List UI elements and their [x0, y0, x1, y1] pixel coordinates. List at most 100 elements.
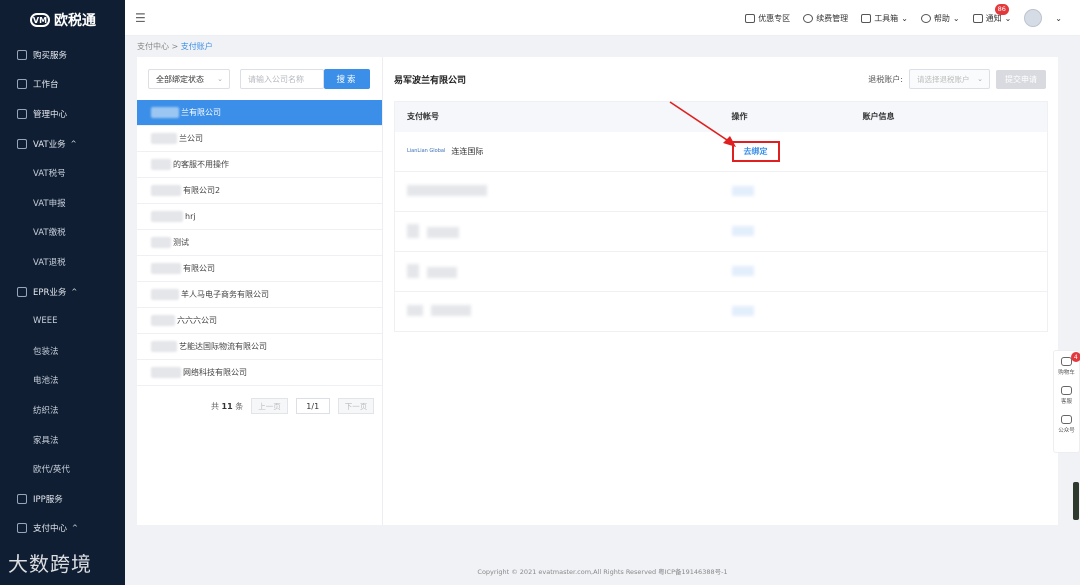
- float-item[interactable]: 公众号: [1058, 415, 1075, 434]
- ipp-icon: [17, 493, 27, 504]
- company-list-item[interactable]: 有限公司: [137, 256, 382, 282]
- sidebar-item[interactable]: VAT申报: [0, 188, 125, 218]
- refund-account-select[interactable]: 请选择退税账户 ⌄: [909, 69, 990, 89]
- topbar-item-label: 工具箱: [874, 13, 899, 23]
- company-name: 艺能达国际物流有限公司: [179, 342, 267, 351]
- company-name: 测试: [173, 238, 189, 247]
- cart-icon: [17, 49, 27, 60]
- company-name: 有限公司: [183, 264, 215, 273]
- redacted-text: [151, 159, 171, 170]
- sidebar-item-label: VAT税号: [33, 169, 66, 180]
- table-row: LianLian Global 连连国际 去绑定: [394, 131, 1048, 172]
- redacted-link[interactable]: [731, 265, 754, 276]
- prev-page-button[interactable]: 上一页: [251, 398, 288, 414]
- redacted-text: [407, 263, 419, 278]
- menu-toggle-icon[interactable]: ☰: [135, 11, 146, 25]
- pay-icon: [17, 523, 27, 534]
- coupon-icon: [745, 13, 756, 23]
- company-list-item[interactable]: 有限公司2: [137, 178, 382, 204]
- sidebar-item-label: 家具法: [33, 435, 59, 446]
- sidebar-item-label: WEEE: [33, 316, 58, 327]
- redacted-link[interactable]: [731, 225, 754, 236]
- sidebar-item[interactable]: VAT缴税: [0, 218, 125, 248]
- sidebar-item[interactable]: 包装法: [0, 336, 125, 366]
- lianlian-logo: LianLian Global: [407, 148, 446, 155]
- sidebar-item[interactable]: 支付中心 ^: [0, 514, 125, 544]
- sidebar-item[interactable]: 欧代/英代: [0, 454, 125, 484]
- company-name: 羊人马电子商务有限公司: [181, 290, 269, 299]
- submit-button[interactable]: 提交申请: [996, 69, 1046, 89]
- company-search-input[interactable]: 请输入公司名称: [240, 69, 324, 89]
- logo-text: 欧税通: [54, 13, 96, 29]
- column-header: 支付帐号: [394, 101, 720, 132]
- sidebar-item[interactable]: EPR业务 ^: [0, 277, 125, 307]
- sidebar-item[interactable]: IPP服务: [0, 484, 125, 514]
- topbar-item[interactable]: 续费管理: [803, 13, 848, 24]
- company-list-item[interactable]: 六六六公司: [137, 308, 382, 334]
- company-list-item[interactable]: 兰公司: [137, 126, 382, 152]
- company-list: 兰有限公司兰公司的客服不用操作 有限公司2 hrj 测试有限公司羊人马电子商务有限公司…: [137, 100, 387, 386]
- company-title: 易军波兰有限公司: [394, 76, 467, 86]
- topbar-item[interactable]: 帮助 ⌄: [920, 13, 960, 24]
- bind-highlight: 去绑定: [731, 140, 780, 162]
- chevron-up-icon: ^: [70, 139, 77, 148]
- chevron-down-icon[interactable]: ⌄: [1055, 14, 1062, 23]
- chevron-down-icon: ⌄: [977, 75, 983, 83]
- float-item-label: 购物车: [1058, 370, 1075, 376]
- redacted-text: [151, 289, 179, 300]
- float-item[interactable]: 购物车 4: [1058, 352, 1080, 376]
- breadcrumb-current: 支付账户: [180, 42, 213, 51]
- search-button[interactable]: 搜索: [324, 69, 370, 89]
- redacted-link[interactable]: [731, 185, 754, 196]
- bind-link[interactable]: 去绑定: [744, 147, 768, 156]
- redacted-text: [151, 133, 177, 144]
- company-list-item[interactable]: 网络科技有限公司: [137, 360, 382, 386]
- company-list-item[interactable]: 的客服不用操作: [137, 152, 382, 178]
- redacted-text: [151, 315, 175, 326]
- footer-copyright: Copyright © 2021 evatmaster.com,All Righ…: [477, 568, 728, 576]
- company-list-item[interactable]: 羊人马电子商务有限公司: [137, 282, 382, 308]
- sidebar-item[interactable]: 家具法: [0, 425, 125, 455]
- manage-icon: [17, 108, 27, 119]
- avatar[interactable]: [1024, 9, 1043, 27]
- next-page-button[interactable]: 下一页: [337, 398, 375, 414]
- breadcrumb-separator: >: [171, 42, 179, 51]
- float-item[interactable]: 客服: [1060, 386, 1072, 405]
- topbar-item[interactable]: 通知 ⌄ 86: [972, 3, 1011, 24]
- company-name: 兰公司: [179, 134, 203, 143]
- redacted-link[interactable]: [731, 305, 754, 316]
- logo[interactable]: VM 欧税通: [0, 0, 125, 40]
- company-list-item[interactable]: 兰有限公司: [137, 100, 387, 126]
- status-select-value: 全部绑定状态: [156, 74, 204, 84]
- pager-total: 共 11 条: [211, 401, 244, 411]
- account-name: 连连国际: [451, 146, 484, 156]
- wechat-icon: [1060, 415, 1072, 424]
- sidebar-item[interactable]: WEEE: [0, 306, 125, 336]
- company-list-item[interactable]: 艺能达国际物流有限公司: [137, 334, 382, 360]
- floating-toolbar: 购物车 4 客服公众号: [1053, 350, 1080, 453]
- company-list-item[interactable]: 测试: [137, 230, 382, 256]
- topbar-item[interactable]: 优惠专区: [745, 13, 790, 24]
- notification-badge: 86: [994, 3, 1009, 15]
- company-list-item[interactable]: hrj: [137, 204, 382, 230]
- scrollbar-thumb[interactable]: [1073, 482, 1079, 520]
- sidebar-item[interactable]: 购买服务: [0, 40, 125, 70]
- sidebar-item[interactable]: 纺织法: [0, 395, 125, 425]
- sidebar-item[interactable]: VAT税号: [0, 158, 125, 188]
- sidebar-item[interactable]: VAT业务 ^: [0, 129, 125, 159]
- chevron-up-icon: ^: [71, 287, 78, 296]
- sidebar-item[interactable]: VAT退税: [0, 247, 125, 277]
- help-icon: [920, 13, 931, 23]
- epr-icon: [17, 286, 27, 297]
- topbar-item[interactable]: 工具箱 ⌄: [861, 13, 908, 24]
- page-number: 1/1: [295, 398, 330, 414]
- status-select[interactable]: 全部绑定状态 ⌄: [148, 69, 230, 89]
- table-row: [394, 291, 1048, 332]
- desk-icon: [17, 79, 27, 90]
- sidebar-item-label: 电池法: [33, 376, 59, 387]
- breadcrumb-parent[interactable]: 支付中心: [137, 42, 169, 51]
- sidebar-item[interactable]: 管理中心: [0, 99, 125, 129]
- sidebar-item[interactable]: 电池法: [0, 366, 125, 396]
- sidebar-item[interactable]: 工作台: [0, 70, 125, 100]
- table-row: [394, 251, 1048, 292]
